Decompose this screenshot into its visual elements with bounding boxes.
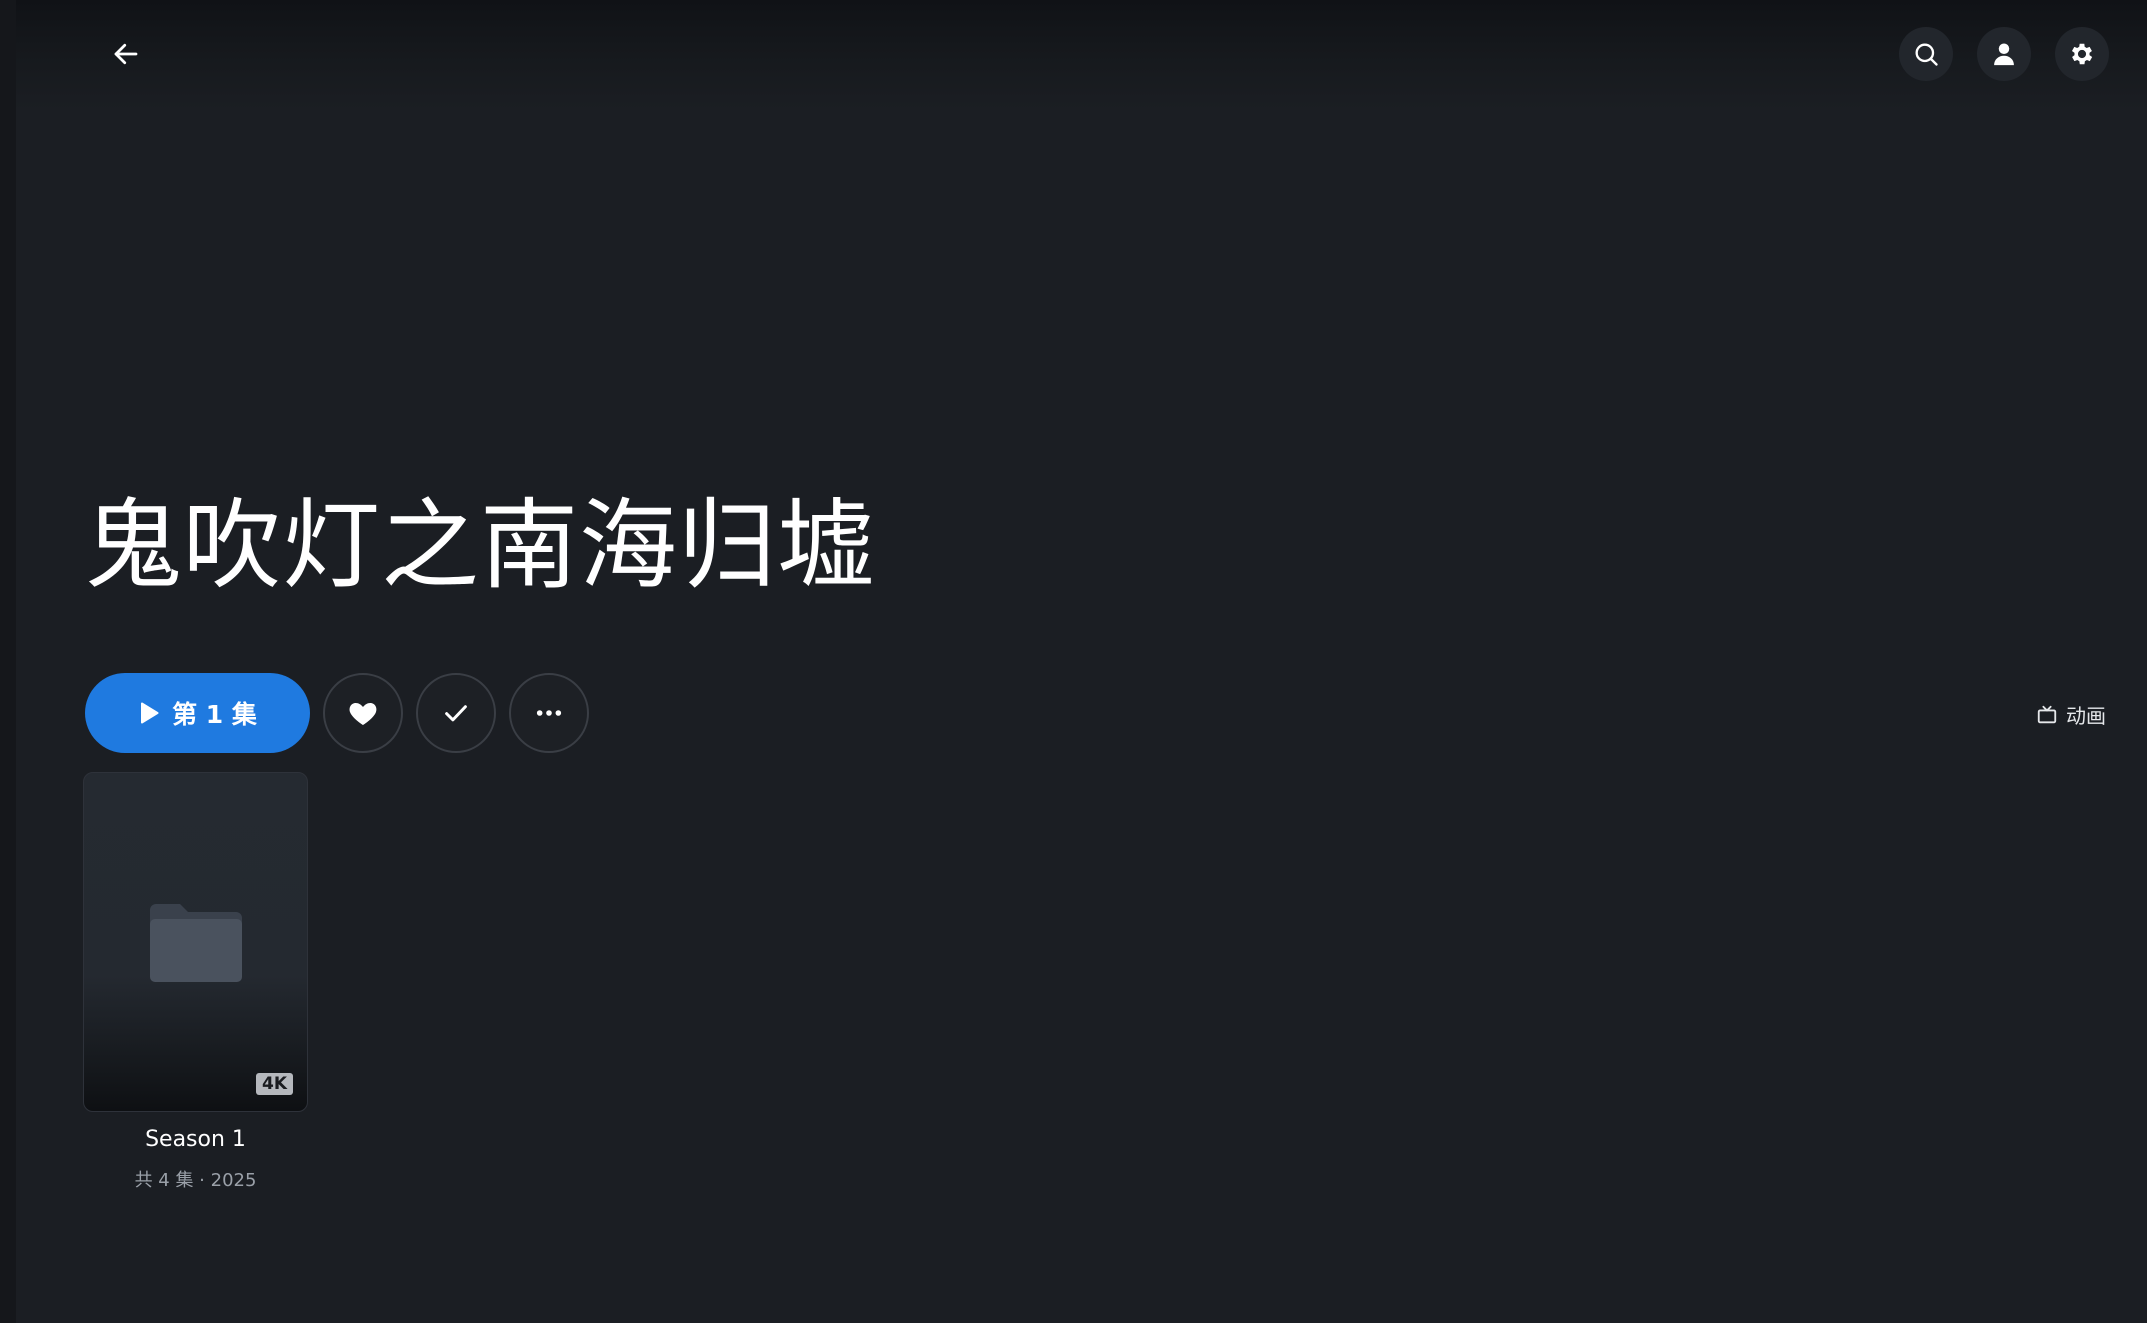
tv-icon: [2037, 705, 2057, 723]
season-name[interactable]: Season 1: [83, 1127, 308, 1152]
top-bar: [16, 0, 2147, 110]
app-root: 鬼吹灯之南海归墟 第 1 集 动画 4K Season 1 共 4 集 · 20…: [0, 0, 2147, 1323]
season-meta: 共 4 集 · 2025: [134, 1170, 257, 1191]
genre-label: 动画: [2066, 704, 2106, 728]
search-button[interactable]: [1899, 27, 1953, 81]
back-button[interactable]: [102, 30, 150, 78]
genre-tag[interactable]: 动画: [2036, 700, 2106, 729]
top-actions: [1899, 27, 2109, 81]
play-episode-label: 第 1 集: [172, 700, 257, 729]
user-icon: [1994, 43, 2014, 66]
search-icon: [1915, 43, 1938, 66]
gear-icon: [2071, 43, 2093, 65]
mark-watched-button[interactable]: [416, 673, 496, 753]
left-edge-strip: [0, 0, 16, 1323]
show-title: 鬼吹灯之南海归墟: [84, 489, 877, 603]
favorite-button[interactable]: [323, 673, 403, 753]
user-button[interactable]: [1977, 27, 2031, 81]
checkmark-icon: [445, 705, 467, 722]
action-row: 第 1 集: [85, 673, 589, 753]
more-horizontal-icon: [536, 710, 562, 716]
arrow-left-icon: [114, 43, 138, 65]
season-card[interactable]: 4K: [83, 772, 308, 1112]
resolution-badge: 4K: [255, 1073, 293, 1095]
play-episode-button[interactable]: 第 1 集: [85, 673, 310, 753]
more-options-button[interactable]: [509, 673, 589, 753]
heart-icon: [349, 703, 377, 725]
folder-icon: [150, 904, 242, 982]
settings-button[interactable]: [2055, 27, 2109, 81]
play-icon: [141, 702, 159, 724]
